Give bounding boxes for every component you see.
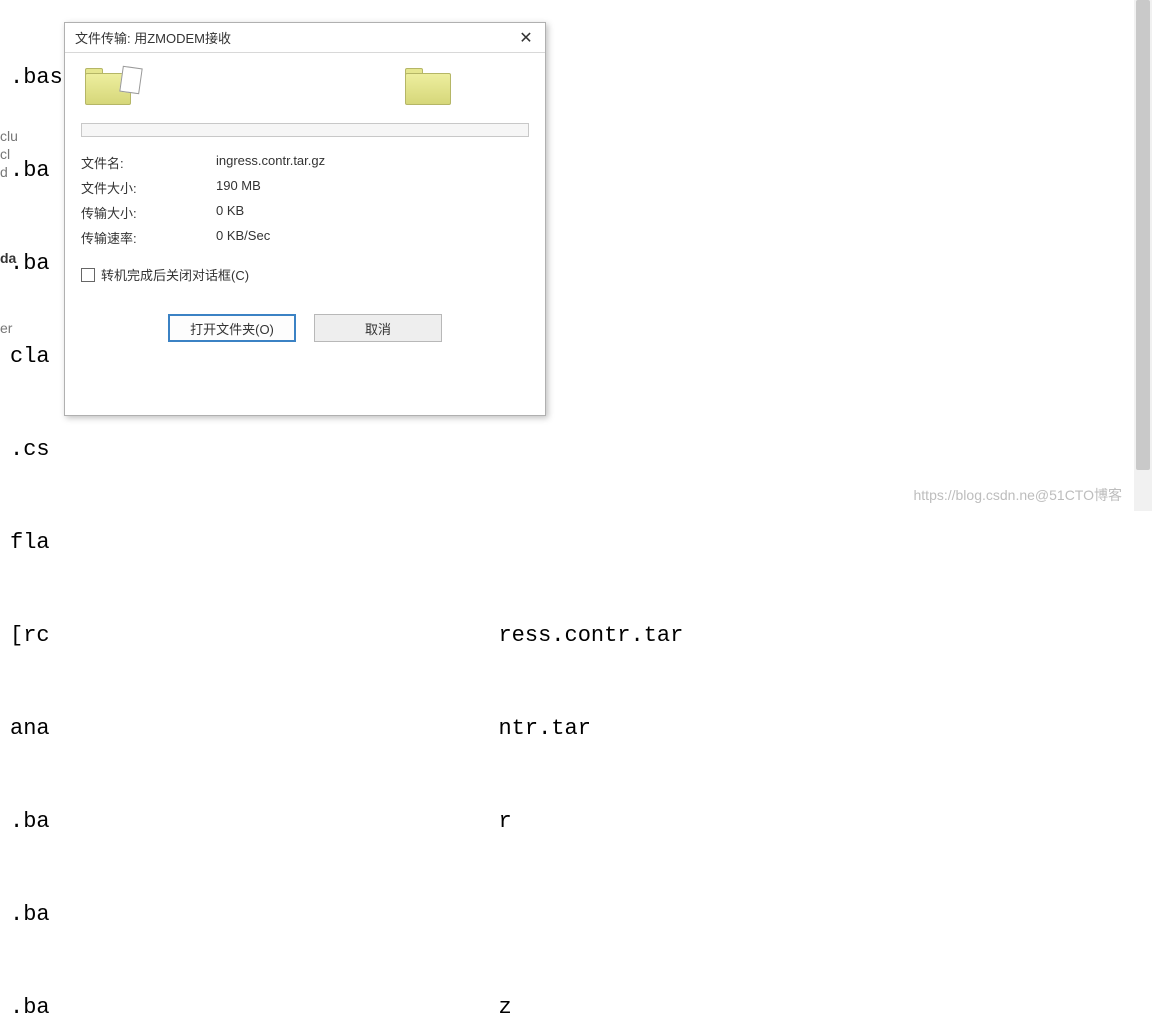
transfer-progress-bar xyxy=(81,123,529,137)
terminal-line: ana ntr.tar xyxy=(10,713,1132,744)
file-transfer-dialog: 文件传输: 用ZMODEM接收 ✕ 文件名: ingress.contr.tar… xyxy=(64,22,546,416)
open-folder-button[interactable]: 打开文件夹(O) xyxy=(168,314,296,342)
sidebar-text: da xyxy=(0,250,16,266)
close-after-checkbox[interactable] xyxy=(81,268,95,282)
filename-value: ingress.contr.tar.gz xyxy=(216,153,529,172)
dialog-titlebar[interactable]: 文件传输: 用ZMODEM接收 ✕ xyxy=(65,23,545,53)
transfersize-label: 传输大小: xyxy=(81,203,216,222)
cancel-button[interactable]: 取消 xyxy=(314,314,442,342)
rate-label: 传输速率: xyxy=(81,228,216,247)
sidebar-text: clu xyxy=(0,128,18,144)
terminal-line: .ba z xyxy=(10,992,1132,1022)
terminal-line: [rc ress.contr.tar xyxy=(10,620,1132,651)
rate-value: 0 KB/Sec xyxy=(216,228,529,247)
vertical-scrollbar[interactable] xyxy=(1134,0,1152,511)
close-icon[interactable]: ✕ xyxy=(515,27,537,49)
dialog-title: 文件传输: 用ZMODEM接收 xyxy=(75,28,515,47)
terminal-line: .ba r xyxy=(10,806,1132,837)
terminal-line: .cs xyxy=(10,434,1132,465)
folder-dest-icon xyxy=(405,67,455,109)
checkbox-label: 转机完成后关闭对话框(C) xyxy=(101,265,249,284)
transfersize-value: 0 KB xyxy=(216,203,529,222)
transfer-info: 文件名: ingress.contr.tar.gz 文件大小: 190 MB 传… xyxy=(81,153,529,247)
folder-source-icon xyxy=(85,67,135,109)
filename-label: 文件名: xyxy=(81,153,216,172)
sidebar-text: er xyxy=(0,320,12,336)
scrollbar-thumb[interactable] xyxy=(1136,0,1150,470)
terminal-line: fla xyxy=(10,527,1132,558)
filesize-value: 190 MB xyxy=(216,178,529,197)
terminal-line: .ba xyxy=(10,899,1132,930)
filesize-label: 文件大小: xyxy=(81,178,216,197)
sidebar-text: cl xyxy=(0,146,10,162)
sidebar-text: d xyxy=(0,164,8,180)
watermark-text: https://blog.csdn.ne@51CTO博客 xyxy=(914,485,1123,505)
